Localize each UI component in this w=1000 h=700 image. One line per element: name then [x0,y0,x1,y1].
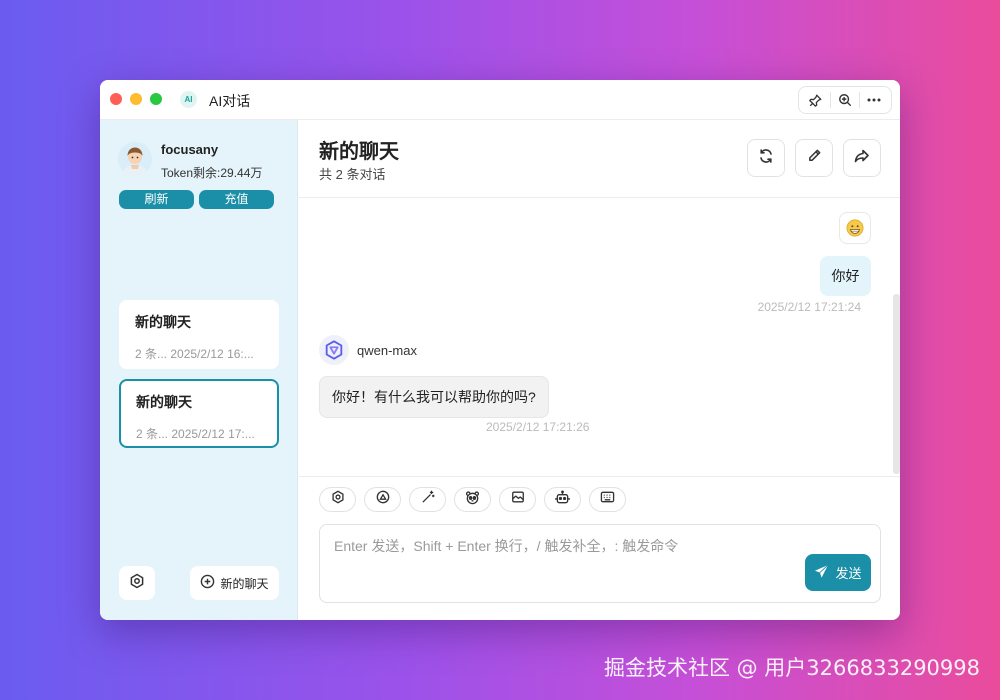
chat-header: 新的聊天 共 2 条对话 [299,120,900,198]
send-icon [814,564,829,582]
robot-tool-button[interactable] [544,487,581,512]
pin-icon[interactable] [805,89,827,111]
bot-message: 你好！有什么我可以帮助你的吗? [319,376,549,418]
chat-item-title: 新的聊天 [135,314,191,330]
user-emoji-avatar [839,212,871,244]
keyboard-tool-button[interactable] [589,487,626,512]
app-logo-icon: AI [180,91,197,108]
send-label: 发送 [835,566,862,581]
model-icon [376,490,390,509]
divider [859,92,861,108]
more-icon[interactable] [863,89,885,111]
window-title: AI对话 [209,93,251,109]
scrollbar[interactable] [893,294,900,474]
keyboard-icon [600,490,615,509]
panda-tool-button[interactable] [454,487,491,512]
sidebar: focusany Token剩余:29.44万 刷新 充值 新的聊天 2 条..… [100,120,298,620]
recharge-button[interactable]: 充值 [199,190,274,209]
magic-tool-button[interactable] [409,487,446,512]
user-message: 你好 [820,256,871,296]
robot-icon [555,489,570,510]
refresh-button[interactable]: 刷新 [119,190,194,209]
message-input[interactable] [320,525,790,602]
conversation-count: 共 2 条对话 [319,167,386,182]
token-balance: Token剩余:29.44万 [161,166,263,180]
titlebar-actions [798,86,892,114]
image-icon [511,490,525,509]
settings-button[interactable] [119,566,155,600]
refresh-icon [758,148,774,169]
qwen-logo-icon [319,335,349,365]
watermark: 掘金技术社区 @ 用户3266833290998 [603,656,980,680]
model-tool-button[interactable] [364,487,401,512]
panda-icon [465,490,480,510]
composer-toolbar [319,487,626,512]
settings-tool-button[interactable] [319,487,356,512]
new-chat-label: 新的聊天 [220,576,269,591]
bot-model-name: qwen-max [357,343,417,358]
close-window-button[interactable] [110,93,122,105]
divider [829,92,831,108]
share-button[interactable] [843,139,881,177]
composer: 发送 [299,476,900,620]
minimize-window-button[interactable] [130,93,142,105]
username: focusany [161,142,219,157]
zoom-icon[interactable] [834,89,856,111]
new-chat-button[interactable]: 新的聊天 [190,566,279,600]
message-input-container: 发送 [319,524,881,603]
chat-item-meta: 2 条... 2025/2/12 17:... [136,427,255,441]
user-message-time: 2025/2/12 17:21:24 [757,300,861,314]
title-bar: AI AI对话 [100,80,900,120]
chat-list-item[interactable]: 新的聊天 2 条... 2025/2/12 16:... [119,300,279,369]
window-controls [110,93,162,105]
chat-item-meta: 2 条... 2025/2/12 16:... [135,347,254,361]
send-button[interactable]: 发送 [805,554,871,591]
refresh-chat-button[interactable] [747,139,785,177]
edit-button[interactable] [795,139,833,177]
message-list[interactable]: 你好 2025/2/12 17:21:24 qwen-max 你好！有什么我可以… [299,199,900,474]
app-window: AI AI对话 focusany Token剩余:29.44万 刷新 充值 新的… [100,80,900,620]
chat-list-item-active[interactable]: 新的聊天 2 条... 2025/2/12 17:... [119,379,279,448]
chat-panel: 新的聊天 共 2 条对话 你好 2025/2/12 17:21:24 qwen-… [299,120,900,620]
page-title: 新的聊天 [319,141,399,163]
image-tool-button[interactable] [499,487,536,512]
avatar[interactable] [118,142,152,176]
settings-icon [129,573,145,594]
chat-item-title: 新的聊天 [136,394,192,410]
magic-wand-icon [421,490,435,509]
bot-message-time: 2025/2/12 17:21:26 [486,420,590,434]
share-icon [854,148,870,169]
pencil-icon [807,148,822,168]
plus-circle-icon [200,574,215,592]
settings-icon [331,490,345,509]
maximize-window-button[interactable] [150,93,162,105]
